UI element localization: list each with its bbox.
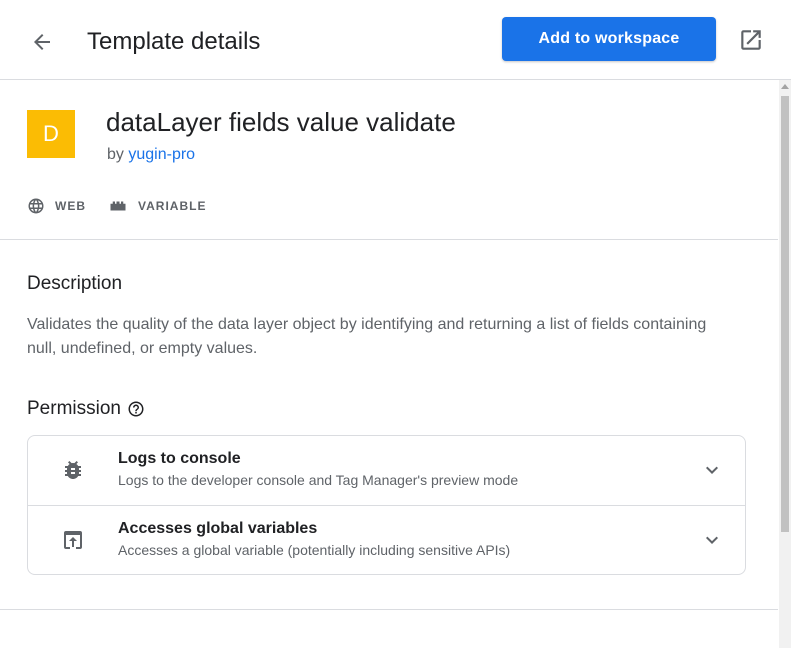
help-icon[interactable] (127, 400, 145, 418)
upload-box-icon (64, 531, 82, 549)
top-bar: Template details Add to workspace (0, 0, 791, 80)
open-in-new-button[interactable] (736, 25, 766, 55)
bug-icon (65, 461, 81, 479)
permission-heading: Permission (27, 398, 121, 419)
permission-subtitle: Accesses a global variable (potentially … (118, 542, 511, 558)
back-button[interactable] (24, 24, 60, 60)
template-details-content[interactable]: D dataLayer fields value validate by yug… (0, 80, 791, 648)
permission-item-accesses-global-variables[interactable]: Accesses global variables Accesses a glo… (28, 505, 745, 575)
tag-variable: VARIABLE (108, 197, 206, 215)
add-to-workspace-button[interactable]: Add to workspace (502, 17, 716, 61)
description-heading: Description (27, 273, 123, 294)
scrollbar-thumb[interactable] (781, 96, 789, 532)
permission-title: Logs to console (118, 450, 241, 467)
variable-icon (110, 201, 126, 211)
divider (0, 609, 778, 610)
chevron-down-icon[interactable] (700, 458, 724, 482)
chevron-down-icon[interactable] (700, 528, 724, 552)
arrow-back-icon (34, 34, 50, 50)
permission-list: Logs to console Logs to the developer co… (27, 435, 746, 575)
globe-icon (28, 198, 44, 214)
tag-variable-label: VARIABLE (138, 199, 207, 213)
permission-heading-row: Permission (27, 398, 145, 420)
permission-item-logs-to-console[interactable]: Logs to console Logs to the developer co… (28, 436, 745, 505)
divider (0, 239, 778, 240)
open-in-new-icon (741, 30, 761, 50)
scroll-up-arrow-icon[interactable] (781, 84, 789, 89)
author-link[interactable]: yugin-pro (128, 146, 195, 163)
permission-title: Accesses global variables (118, 520, 318, 537)
byline-prefix: by (107, 146, 124, 163)
tag-web-label: WEB (55, 199, 86, 213)
template-name: dataLayer fields value validate (106, 107, 456, 137)
tag-web: WEB (27, 197, 86, 215)
template-logo: D (27, 110, 75, 158)
vertical-scrollbar[interactable] (779, 80, 791, 648)
page-title: Template details (87, 28, 261, 55)
template-byline: by yugin-pro (107, 146, 195, 164)
template-tags: WEB VARIABLE (27, 197, 228, 215)
permission-subtitle: Logs to the developer console and Tag Ma… (118, 472, 519, 488)
description-text: Validates the quality of the data layer … (27, 316, 707, 357)
